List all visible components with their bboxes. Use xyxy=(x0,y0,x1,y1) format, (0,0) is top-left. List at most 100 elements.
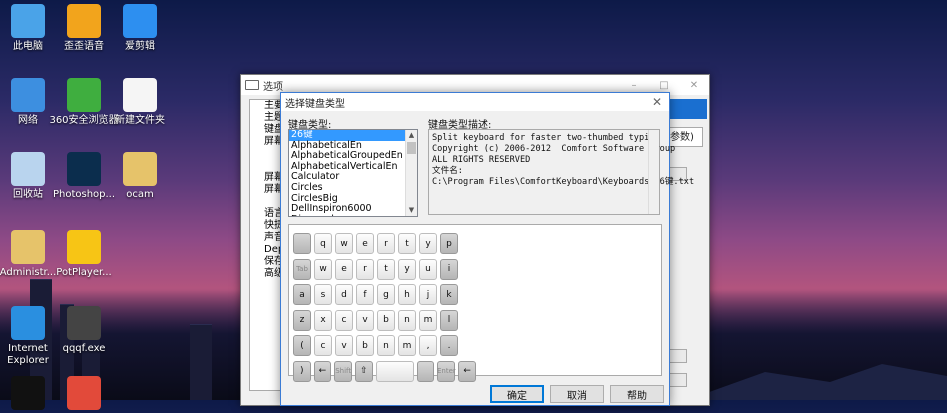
tree-item[interactable]: 语言 xyxy=(250,208,280,220)
tree-item[interactable]: 主要 xyxy=(250,100,280,112)
list-item[interactable]: Circles xyxy=(289,182,417,194)
key[interactable]: m xyxy=(419,309,437,331)
desktop-icon[interactable]: 爱剪辑 xyxy=(104,4,176,53)
key[interactable]: Shift xyxy=(334,360,353,382)
description-line: C:\Program Files\ComfortKeyboard\Keyboar… xyxy=(432,177,695,187)
tree-item[interactable]: 屏幕 xyxy=(250,184,280,196)
key[interactable]: d xyxy=(335,284,353,305)
key[interactable]: t xyxy=(377,258,395,280)
options-tree[interactable]: 主要主题键盘屏幕屏幕屏幕语言快捷声音Depe保存高级 xyxy=(249,99,281,391)
tree-item[interactable]: 高级 xyxy=(250,268,280,280)
key[interactable]: s xyxy=(314,284,332,305)
key[interactable]: e xyxy=(335,258,353,280)
key[interactable]: e xyxy=(356,233,374,254)
key[interactable]: ) xyxy=(293,360,311,382)
key[interactable]: n xyxy=(398,309,416,331)
keyboard-preview: q w e r t y p Tab w e r t y u i a s d f g h j k z x c v b n m l(c v b n m,… xyxy=(288,224,662,382)
options-dropdown[interactable] xyxy=(669,349,687,363)
key[interactable]: v xyxy=(356,309,374,331)
app-icon xyxy=(67,376,101,410)
key[interactable]: w xyxy=(314,258,332,280)
key[interactable]: m xyxy=(398,335,416,356)
key[interactable]: ← xyxy=(458,360,476,382)
close-icon[interactable]: ✕ xyxy=(645,95,669,109)
list-item[interactable]: Diamonds xyxy=(289,214,417,216)
aijianji-icon xyxy=(123,4,157,38)
tree-item[interactable]: Depe xyxy=(250,244,280,256)
key[interactable]: Enter xyxy=(437,360,456,382)
ok-button[interactable]: 确定 xyxy=(490,385,544,403)
key[interactable]: ← xyxy=(313,360,332,382)
key[interactable]: t xyxy=(398,233,416,254)
key[interactable]: . xyxy=(440,335,458,356)
tree-item[interactable]: 主题 xyxy=(250,112,280,124)
maximize-icon[interactable]: □ xyxy=(649,80,679,91)
tree-item[interactable]: 屏幕 xyxy=(250,172,280,184)
tree-item[interactable] xyxy=(250,196,280,208)
cancel-button[interactable]: 取消 xyxy=(550,385,604,403)
key[interactable]: ( xyxy=(293,335,311,356)
key[interactable]: j xyxy=(419,284,437,305)
tree-item[interactable]: 屏幕 xyxy=(250,136,280,148)
key[interactable]: i xyxy=(440,258,458,280)
desktop-icon-label: ocam xyxy=(126,189,154,200)
mountain xyxy=(687,364,947,400)
desc-scrollbar[interactable] xyxy=(648,130,659,214)
tree-item[interactable]: 声音 xyxy=(250,232,280,244)
key[interactable]: k xyxy=(440,284,458,305)
select-keyboard-dialog: 选择键盘类型 ✕ 键盘类型: 键盘类型描述: 26键 AlphabeticalEn… xyxy=(280,92,695,406)
key[interactable]: z xyxy=(293,309,311,331)
key[interactable]: , xyxy=(419,335,437,356)
list-scrollbar[interactable]: ▲ ▼ xyxy=(405,130,417,216)
key[interactable]: c xyxy=(335,309,353,331)
key[interactable]: g xyxy=(377,284,395,305)
key[interactable]: r xyxy=(356,258,374,280)
key[interactable]: f xyxy=(356,284,374,305)
key[interactable]: b xyxy=(356,335,374,356)
options-field[interactable] xyxy=(669,373,687,387)
desktop-icon[interactable]: 新建文件夹 xyxy=(104,78,176,127)
key[interactable]: p xyxy=(440,233,458,254)
key[interactable]: b xyxy=(377,309,395,331)
scroll-up-icon[interactable]: ▲ xyxy=(406,130,417,141)
key[interactable]: y xyxy=(419,233,437,254)
key[interactable]: v xyxy=(335,335,353,356)
dialog-title: 选择键盘类型 xyxy=(285,98,345,110)
key[interactable] xyxy=(375,360,414,382)
key[interactable]: q xyxy=(314,233,332,254)
tree-item[interactable]: 键盘 xyxy=(250,124,280,136)
minimize-icon[interactable]: – xyxy=(619,80,649,91)
key[interactable]: ⇧ xyxy=(355,360,373,382)
key[interactable]: n xyxy=(377,335,395,356)
key[interactable]: x xyxy=(314,309,332,331)
key[interactable]: l xyxy=(440,309,458,331)
key[interactable]: a xyxy=(293,284,311,305)
file-icon xyxy=(123,78,157,112)
tree-item[interactable]: 保存 xyxy=(250,256,280,268)
dialog-titlebar: 选择键盘类型 ✕ xyxy=(281,93,669,111)
desktop-icon[interactable]: qqqf.exe xyxy=(48,306,120,355)
key[interactable] xyxy=(293,233,311,254)
key[interactable]: c xyxy=(314,335,332,356)
key[interactable]: w xyxy=(335,233,353,254)
close-icon[interactable]: ✕ xyxy=(679,80,709,91)
tree-item[interactable] xyxy=(250,160,280,172)
key[interactable]: y xyxy=(398,258,416,280)
list-item[interactable]: 26键 xyxy=(289,130,417,141)
key[interactable]: u xyxy=(419,258,437,280)
key[interactable]: Tab xyxy=(293,258,311,280)
scroll-thumb[interactable] xyxy=(407,142,416,154)
desktop-icon[interactable]: PotPlayer... xyxy=(48,230,120,279)
desktop-icon[interactable] xyxy=(48,376,120,413)
tree-item[interactable]: 快捷 xyxy=(250,220,280,232)
keyboard-type-list[interactable]: 26键 AlphabeticalEn AlphabeticalGroupedEn Al… xyxy=(288,129,418,217)
desktop-icon[interactable]: ocam xyxy=(104,152,176,201)
help-button[interactable]: 帮助 xyxy=(610,385,664,403)
tree-item[interactable] xyxy=(250,148,280,160)
user-folder-icon xyxy=(11,230,45,264)
scroll-down-icon[interactable]: ▼ xyxy=(406,205,417,216)
keyboard-row: zxcvbnml xyxy=(293,309,479,331)
key[interactable]: r xyxy=(377,233,395,254)
key[interactable]: h xyxy=(398,284,416,305)
key[interactable] xyxy=(416,360,435,382)
